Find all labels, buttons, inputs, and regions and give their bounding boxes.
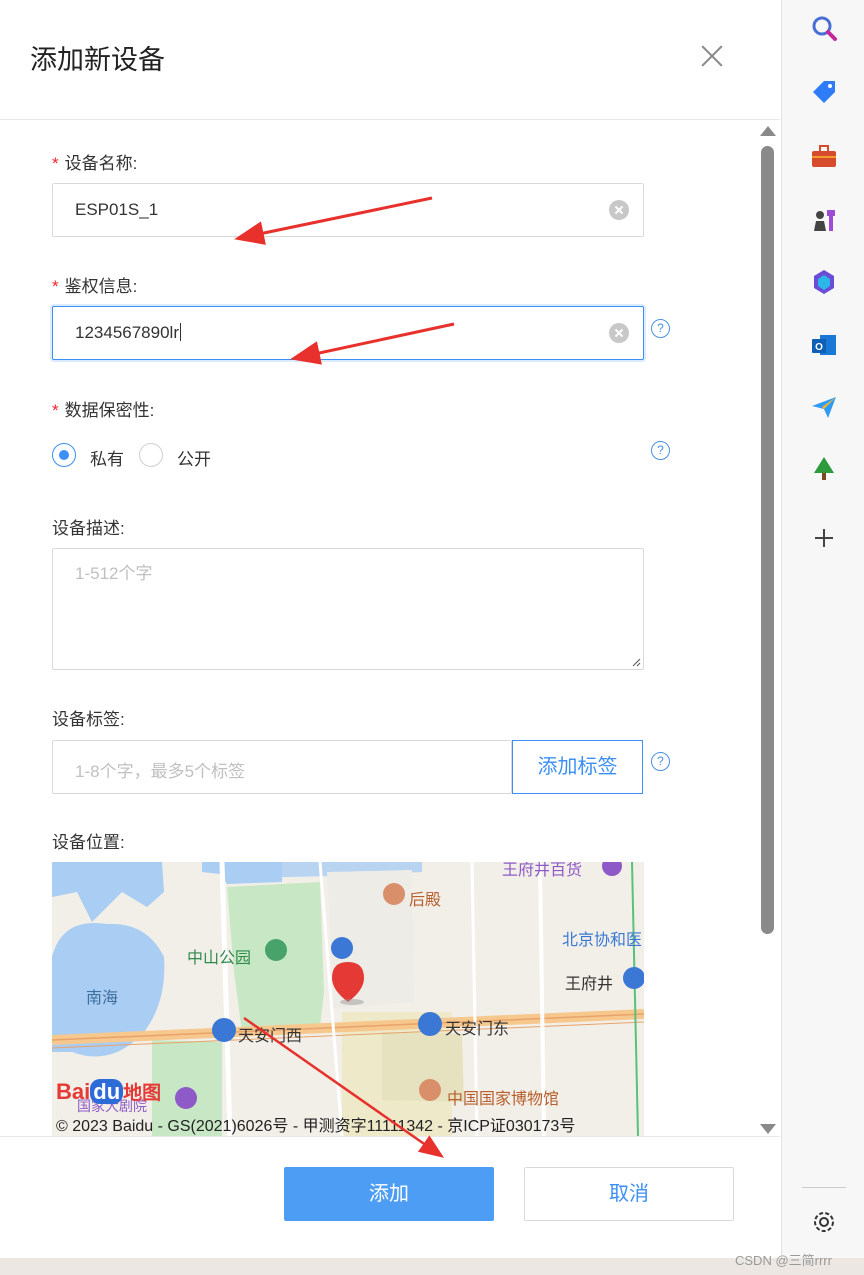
map-label: 中国国家博物馆 xyxy=(447,1091,560,1108)
header-divider xyxy=(0,119,780,120)
cancel-button[interactable]: 取消 xyxy=(524,1167,734,1221)
add-device-dialog: 添加新设备 * 设备名称: ESP01S_1 * 鉴权信息: 1234567890l… xyxy=(0,0,780,1258)
add-icon[interactable] xyxy=(810,524,838,552)
send-icon[interactable] xyxy=(810,393,838,421)
auth-info-label: * 鉴权信息: xyxy=(52,272,137,297)
location-label: 设备位置: xyxy=(52,833,125,852)
description-textarea[interactable]: 1-512个字 xyxy=(52,548,644,670)
radio-public[interactable] xyxy=(139,443,163,467)
map-label: 天安门西 xyxy=(238,1028,303,1045)
toolbox-icon[interactable] xyxy=(810,142,838,170)
scroll-down-icon[interactable] xyxy=(760,1124,776,1134)
add-button[interactable]: 添加 xyxy=(284,1167,494,1221)
description-placeholder: 1-512个字 xyxy=(75,564,153,583)
footer-divider xyxy=(0,1136,780,1137)
tree-icon[interactable] xyxy=(810,455,838,483)
scrollbar-thumb[interactable] xyxy=(761,146,774,934)
device-name-input[interactable]: ESP01S_1 xyxy=(52,183,644,237)
search-icon[interactable] xyxy=(810,14,838,42)
description-label: 设备描述: xyxy=(52,519,125,538)
map-label: 天安门东 xyxy=(445,1021,510,1038)
baidu-logo-du: du xyxy=(90,1079,124,1104)
help-icon[interactable]: ? xyxy=(651,752,670,771)
radio-public-label[interactable]: 公开 xyxy=(177,445,211,470)
resize-handle-icon[interactable] xyxy=(631,657,641,667)
device-name-label: * 设备名称: xyxy=(52,149,137,174)
map-label: 中山公园 xyxy=(187,950,252,967)
baidu-logo-bai: Bai xyxy=(56,1079,91,1104)
watermark: CSDN @三简rrrr xyxy=(735,1253,832,1268)
tags-label: 设备标签: xyxy=(52,710,125,729)
auth-info-value-wrap: 1234567890lr xyxy=(75,323,181,343)
help-icon[interactable]: ? xyxy=(651,441,670,460)
svg-text:O: O xyxy=(815,342,823,353)
browser-sidebar: O xyxy=(781,0,864,1258)
tags-placeholder: 1-8个字，最多5个标签 xyxy=(75,762,246,781)
tags-input[interactable]: 1-8个字，最多5个标签 xyxy=(52,740,512,794)
map-label: 王府井百货 xyxy=(502,862,583,879)
outlook-icon[interactable]: O xyxy=(810,331,838,359)
close-icon[interactable] xyxy=(698,42,726,70)
auth-info-input[interactable]: 1234567890lr xyxy=(52,306,644,360)
auth-info-value: 1234567890lr xyxy=(75,323,179,342)
map-copyright: © 2023 Baidu - GS(2021)6026号 - 甲测资字11111… xyxy=(56,1118,576,1135)
copilot-icon[interactable] xyxy=(810,268,838,296)
baidu-logo-map: 地图 xyxy=(123,1083,162,1104)
radio-private-label[interactable]: 私有 xyxy=(90,445,124,470)
required-mark: * xyxy=(52,401,59,420)
radio-private[interactable] xyxy=(52,443,76,467)
auth-info-label-text: 鉴权信息: xyxy=(64,277,138,296)
map-label: 后殿 xyxy=(409,892,442,909)
games-icon[interactable] xyxy=(810,206,838,234)
settings-icon[interactable] xyxy=(810,1208,838,1236)
help-icon[interactable]: ? xyxy=(651,319,670,338)
location-map[interactable]: 王府井百货 后殿 中山公园 北京协和医 王府井 南海 天安门西 天安门东 中国国… xyxy=(52,862,644,1136)
tag-icon[interactable] xyxy=(810,78,838,106)
device-name-value: ESP01S_1 xyxy=(75,200,159,219)
scrollbar[interactable] xyxy=(758,120,778,1136)
baidu-logo: Bai du 地图 xyxy=(56,1078,161,1105)
scroll-up-icon[interactable] xyxy=(760,126,776,136)
dialog-title: 添加新设备 xyxy=(30,45,165,75)
sidebar-divider xyxy=(802,1187,846,1188)
add-tag-button[interactable]: 添加标签 xyxy=(512,740,643,794)
required-mark: * xyxy=(52,277,59,296)
device-name-label-text: 设备名称: xyxy=(64,154,138,173)
map-label: 北京协和医 xyxy=(562,932,643,949)
privacy-label: * 数据保密性: xyxy=(52,396,154,421)
clear-icon[interactable] xyxy=(609,200,629,220)
text-cursor xyxy=(179,323,181,341)
clear-icon[interactable] xyxy=(609,323,629,343)
map-label: 南海 xyxy=(86,990,119,1007)
map-label: 王府井 xyxy=(565,976,614,993)
privacy-label-text: 数据保密性: xyxy=(64,401,155,420)
required-mark: * xyxy=(52,154,59,173)
